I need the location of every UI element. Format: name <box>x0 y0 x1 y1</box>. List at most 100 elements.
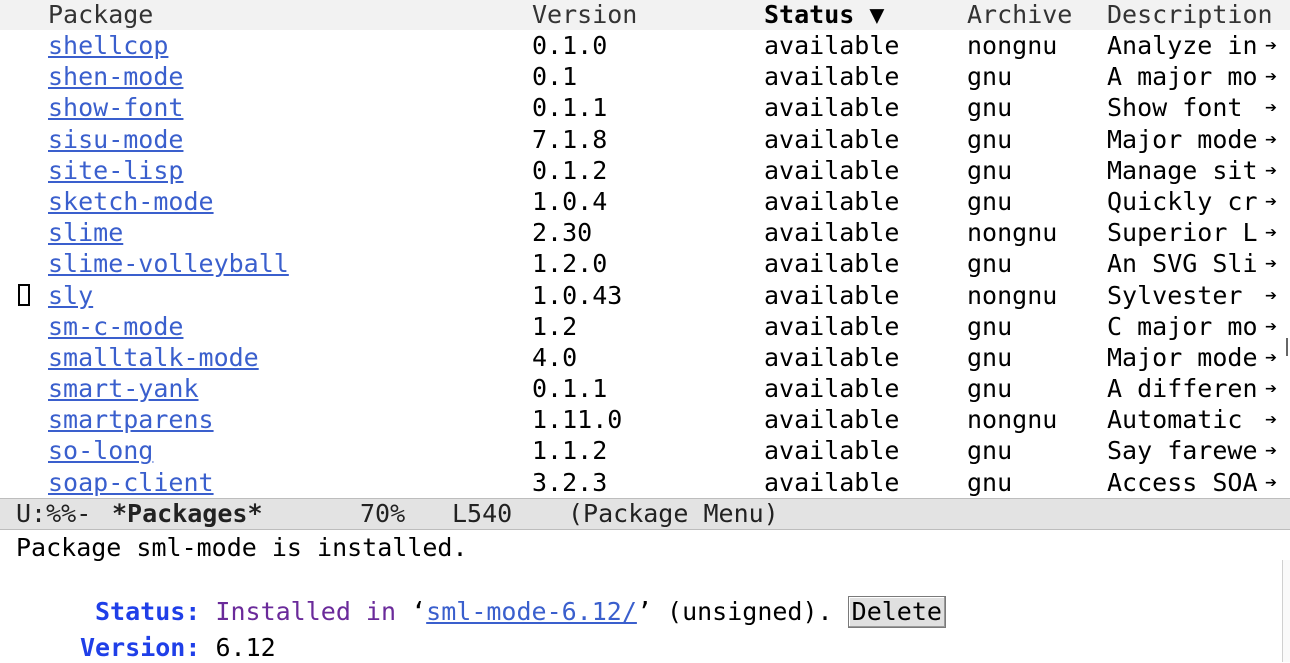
header-archive[interactable]: Archive <box>967 0 1072 30</box>
package-name-link[interactable]: sketch-mode <box>48 186 214 217</box>
header-description[interactable]: Description <box>1107 0 1273 30</box>
mode-line-percent: 70% <box>360 499 406 528</box>
package-row[interactable]: so-long 1.1.2 available gnu Say farewe ➔ <box>0 435 1290 466</box>
package-archive: gnu <box>967 467 1013 497</box>
package-row[interactable]: smartparens 1.11.0 available nongnu Automati… <box>0 404 1290 435</box>
mode-line-state: U:%%- <box>16 499 92 528</box>
truncation-arrow-icon: ➔ <box>1265 282 1278 307</box>
package-status: available <box>764 311 900 341</box>
package-description: A differen ➔ <box>1107 373 1290 404</box>
package-row[interactable]: sisu-mode 7.1.8 available gnu Major mode ➔ <box>0 124 1290 155</box>
package-description-text: Major mode <box>1107 124 1258 154</box>
package-description: Manage sit ➔ <box>1107 155 1290 186</box>
package-row[interactable]: shen-mode 0.1 available gnu A major mo ➔ <box>0 61 1290 92</box>
package-row[interactable]: sketch-mode 1.0.4 available gnu Quickly cr ➔ <box>0 186 1290 217</box>
package-version: 0.1.2 <box>532 155 608 185</box>
truncation-arrow-icon: ➔ <box>1265 33 1278 57</box>
package-archive: gnu <box>967 155 1013 185</box>
quote-open: ‘ <box>411 597 427 626</box>
package-row[interactable]: smalltalk-mode 4.0 available gnu Major mode ➔ <box>0 342 1290 373</box>
package-name-link[interactable]: so-long <box>48 435 153 466</box>
installed-text: Installed in <box>215 597 397 626</box>
unsigned-text: (unsigned). <box>667 597 833 626</box>
package-status: available <box>764 467 900 497</box>
package-status: available <box>764 186 900 216</box>
package-name-link[interactable]: show-font <box>48 92 183 123</box>
package-version: 1.11.0 <box>532 405 623 435</box>
package-description-text: Say farewe <box>1107 436 1258 466</box>
package-row[interactable]: site-lisp 0.1.2 available gnu Manage sit ➔ <box>0 155 1290 186</box>
truncation-arrow-icon: ➔ <box>1265 344 1278 369</box>
package-status: available <box>764 62 900 92</box>
mode-line-mode[interactable]: (Package Menu) <box>568 499 779 529</box>
package-description-text: Quickly cr <box>1107 186 1258 216</box>
package-archive: gnu <box>967 62 1013 92</box>
package-description-text: Access SOA <box>1107 467 1258 497</box>
package-row[interactable]: show-font 0.1.1 available gnu Show font ➔ <box>0 92 1290 123</box>
package-version: 3.2.3 <box>532 467 608 497</box>
truncation-arrow-icon: ➔ <box>1265 251 1278 276</box>
truncation-arrow-icon: ➔ <box>1265 407 1278 432</box>
package-name-link[interactable]: site-lisp <box>48 155 183 186</box>
package-description: Quickly cr ➔ <box>1107 186 1290 217</box>
help-buffer: Package sml-mode is installed. Status: I… <box>0 531 1290 662</box>
mode-line: U:%%- *Packages* 70% L540 (Package Menu) <box>0 498 1290 530</box>
package-archive: gnu <box>967 374 1013 404</box>
package-description-text: An SVG Sli <box>1107 249 1258 279</box>
package-description-text: A major mo <box>1107 62 1258 92</box>
package-name-link[interactable]: smart-yank <box>48 373 199 404</box>
truncation-arrow-icon: ➔ <box>1265 438 1278 463</box>
package-description-text: Superior L <box>1107 218 1258 248</box>
package-version: 7.1.8 <box>532 124 608 154</box>
package-version: 0.1 <box>532 62 578 92</box>
scrollbar[interactable] <box>1282 560 1290 662</box>
package-description-text: Sylvester <box>1107 280 1258 310</box>
package-row[interactable]: slime-volleyball 1.2.0 available gnu An SVG … <box>0 248 1290 279</box>
package-name-link[interactable]: shellcop <box>48 30 168 61</box>
package-description: C major mo ➔ <box>1107 311 1290 342</box>
fringe-marker <box>1286 338 1288 356</box>
cursor-box <box>18 283 30 306</box>
package-name-link[interactable]: sisu-mode <box>48 124 183 155</box>
package-archive: nongnu <box>967 31 1058 60</box>
package-name-link[interactable]: sly <box>48 280 93 311</box>
package-row[interactable]: shellcop 0.1.0 available nongnu Analyze in ➔ <box>0 30 1290 61</box>
package-name-link[interactable]: slime-volleyball <box>48 248 289 279</box>
package-version: 0.1.1 <box>532 93 608 123</box>
mode-line-buffer-name[interactable]: *Packages* <box>112 499 263 529</box>
package-description: Automatic ➔ <box>1107 404 1290 435</box>
package-description: Sylvester ➔ <box>1107 280 1290 311</box>
status-label: Status: <box>95 597 201 626</box>
package-version: 1.2 <box>532 311 578 341</box>
package-name-link[interactable]: slime <box>48 217 123 248</box>
package-row[interactable]: sm-c-mode 1.2 available gnu C major mo ➔ <box>0 311 1290 342</box>
package-description-text: A differen <box>1107 374 1258 404</box>
delete-button[interactable]: Delete <box>847 596 946 628</box>
header-status[interactable]: Status ▼ <box>764 0 884 30</box>
package-archive: nongnu <box>967 218 1058 248</box>
package-name-link[interactable]: smartparens <box>48 404 214 435</box>
package-status: available <box>764 155 900 185</box>
package-version: 1.2.0 <box>532 249 608 279</box>
package-status: available <box>764 436 900 466</box>
package-row[interactable]: sly 1.0.43 available nongnu Sylvester ➔ <box>0 280 1290 311</box>
package-status: available <box>764 342 900 372</box>
package-name-link[interactable]: sm-c-mode <box>48 311 183 342</box>
package-row[interactable]: smart-yank 0.1.1 available gnu A differen ➔ <box>0 373 1290 404</box>
package-row[interactable]: slime 2.30 available nongnu Superior L ➔ <box>0 217 1290 248</box>
package-status: available <box>764 280 900 310</box>
quote-close: ’ <box>636 597 652 626</box>
package-name-link[interactable]: shen-mode <box>48 61 183 92</box>
package-archive: gnu <box>967 436 1013 466</box>
package-archive: gnu <box>967 311 1013 341</box>
package-row[interactable]: soap-client 3.2.3 available gnu Access SOA ➔ <box>0 467 1290 498</box>
install-dir-link[interactable]: sml-mode-6.12/ <box>426 597 637 626</box>
package-version: 1.1.2 <box>532 436 608 466</box>
truncation-arrow-icon: ➔ <box>1265 220 1278 245</box>
package-description: Major mode ➔ <box>1107 342 1290 373</box>
package-status: available <box>764 405 900 435</box>
package-name-link[interactable]: soap-client <box>48 467 214 498</box>
package-name-link[interactable]: smalltalk-mode <box>48 342 259 373</box>
header-version[interactable]: Version <box>532 0 637 30</box>
header-package[interactable]: Package <box>48 0 153 30</box>
